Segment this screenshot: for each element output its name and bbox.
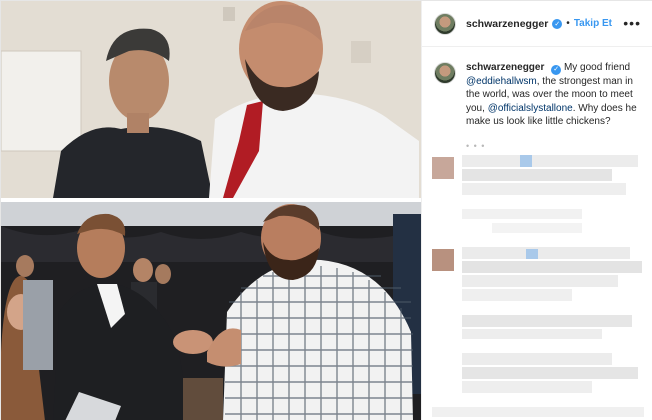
- caption-username[interactable]: schwarzenegger: [466, 62, 544, 73]
- post-caption: schwarzenegger ✓ My good friend @eddieha…: [422, 47, 652, 154]
- comment-line-blurred: [462, 315, 632, 327]
- caption-text: schwarzenegger ✓ My good friend @eddieha…: [466, 61, 641, 154]
- comment-line-blurred: [462, 155, 638, 167]
- comment-line-blurred: [462, 367, 638, 379]
- more-options-icon[interactable]: •••: [623, 15, 641, 31]
- mention-eddiehallwsm[interactable]: @eddiehallwsm: [466, 76, 537, 87]
- comment-line-blurred: [462, 289, 572, 301]
- caption-verified-badge-icon: ✓: [551, 64, 562, 75]
- comment-line-blurred: [432, 407, 644, 417]
- comment-pixel-accent: [520, 155, 532, 167]
- caption-author-avatar[interactable]: [434, 62, 456, 84]
- comment-line-blurred: [462, 209, 582, 219]
- author-avatar[interactable]: [434, 12, 456, 35]
- comment-line-blurred: [462, 329, 602, 339]
- instagram-post: schwarzenegger ✓ • Takip Et ••• schwarze…: [0, 0, 652, 420]
- photo-top: [1, 1, 421, 198]
- comment-avatar-blurred: [432, 249, 454, 271]
- comment-line-blurred: [462, 353, 612, 365]
- comment-line-blurred: [462, 247, 630, 259]
- follow-button[interactable]: Takip Et: [574, 18, 612, 29]
- post-sidebar: schwarzenegger ✓ • Takip Et ••• schwarze…: [421, 1, 652, 420]
- post-media[interactable]: [1, 1, 421, 420]
- header-separator: •: [566, 18, 570, 29]
- caption-text-part1: My good friend: [563, 62, 631, 73]
- comment-line-blurred: [492, 223, 582, 233]
- comment-line-blurred: [462, 183, 626, 195]
- comment-blurred-2: [422, 245, 652, 345]
- comment-line-blurred: [462, 381, 592, 393]
- comment-line-blurred: [462, 275, 618, 287]
- verified-badge-icon: ✓: [552, 18, 563, 29]
- post-header: schwarzenegger ✓ • Takip Et •••: [422, 1, 652, 47]
- photo-bottom: [1, 202, 421, 420]
- comment-pixel-accent: [526, 249, 538, 259]
- comment-blurred-3: [422, 351, 652, 420]
- author-username[interactable]: schwarzenegger: [466, 18, 548, 30]
- comment-line-blurred: [462, 169, 612, 181]
- mention-officialslystallone[interactable]: @officialslystallone: [488, 103, 573, 114]
- caption-timestamp-blurred: • • •: [466, 141, 486, 152]
- comment-line-blurred: [462, 261, 642, 273]
- comment-blurred-1: [422, 153, 652, 243]
- comment-avatar-blurred: [432, 157, 454, 179]
